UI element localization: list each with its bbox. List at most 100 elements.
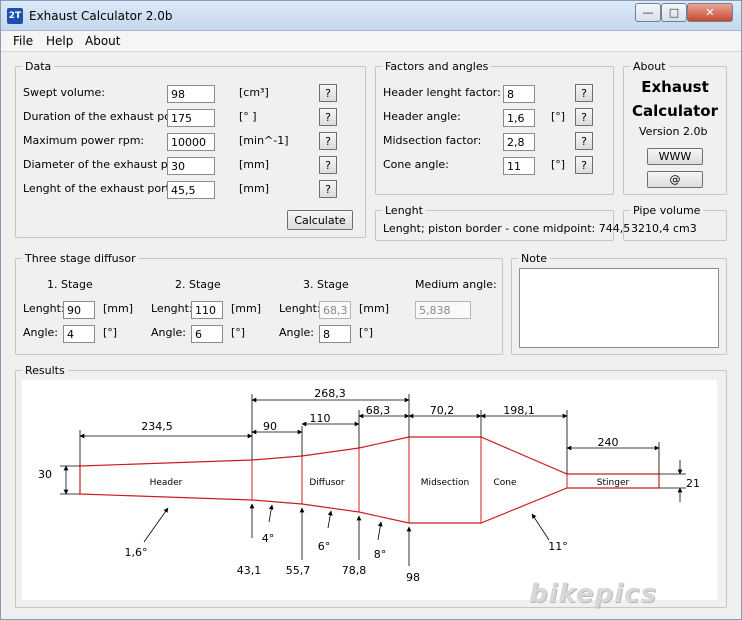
port-length-unit: [mm] <box>239 182 270 195</box>
minimize-button[interactable]: — <box>635 3 661 22</box>
dim-diameter-in: 30 <box>38 468 52 481</box>
midsection-factor-input[interactable] <box>503 133 535 151</box>
about-title-line1: Exhaust <box>641 78 709 96</box>
pipe-volume-value: 3210,4 cm3 <box>631 222 697 235</box>
rpm-unit: [min^-1] <box>239 134 289 147</box>
header-length-factor-label: Header lenght factor: <box>383 86 501 99</box>
header-length-factor-help-button[interactable]: ? <box>575 84 593 102</box>
stage1-angle-unit: [°] <box>103 326 118 339</box>
header-angle-help-button[interactable]: ? <box>575 108 593 126</box>
arrow-stage3-angle <box>377 521 383 541</box>
angle-stage3: 8° <box>374 548 387 561</box>
arrow-cone-angle <box>531 513 550 541</box>
stage1-length-input[interactable] <box>63 301 95 319</box>
stage2-angle-input[interactable] <box>191 325 223 343</box>
angle-stage1: 4° <box>262 532 275 545</box>
calculate-button[interactable]: Calculate <box>287 210 353 230</box>
exhaust-diagram-svg: Header Diffusor Midsection Cone Stinger <box>38 387 700 584</box>
stage1-angle-input[interactable] <box>63 325 95 343</box>
watermark-logo: bikepics <box>529 579 657 609</box>
section-cone-label: Cone <box>493 478 516 488</box>
header-angle-input[interactable] <box>503 109 535 127</box>
www-button[interactable]: WWW <box>647 148 703 165</box>
stage1-angle-label: Angle: <box>23 326 59 339</box>
swept-volume-input[interactable] <box>167 85 215 103</box>
port-length-input[interactable] <box>167 181 215 199</box>
angle-arrows <box>143 503 550 566</box>
about-version: Version 2.0b <box>639 125 708 138</box>
cone-angle-input[interactable] <box>503 157 535 175</box>
stage1-heading: 1. Stage <box>47 278 93 291</box>
stage2-angle-unit: [°] <box>231 326 246 339</box>
app-window: 2T Exhaust Calculator 2.0b — □ ✕ File He… <box>0 0 742 620</box>
length-legend: Lenght <box>385 204 423 217</box>
factors-group: Factors and angles <box>375 60 614 195</box>
port-length-help-button[interactable]: ? <box>319 180 337 198</box>
dim-stage2: 110 <box>310 412 331 425</box>
menu-help[interactable]: Help <box>46 34 73 48</box>
dim-header: 234,5 <box>141 420 173 433</box>
diameter-input[interactable] <box>167 157 215 175</box>
email-button[interactable]: @ <box>647 171 703 188</box>
stage3-angle-label: Angle: <box>279 326 315 339</box>
swept-volume-help-button[interactable]: ? <box>319 84 337 102</box>
dim-stage3: 68,3 <box>366 404 391 417</box>
exhaust-diagram: Header Diffusor Midsection Cone Stinger <box>22 380 717 600</box>
cone-angle-help-button[interactable]: ? <box>575 156 593 174</box>
midsection-factor-label: Midsection factor: <box>383 134 482 147</box>
data-legend: Data <box>25 60 52 73</box>
midsection-factor-help-button[interactable]: ? <box>575 132 593 150</box>
about-title-line2: Calculator <box>632 102 718 120</box>
position-1: 43,1 <box>237 564 262 577</box>
dim-diameter-out: 21 <box>686 477 700 490</box>
factors-legend: Factors and angles <box>385 60 489 73</box>
port-length-label: Lenght of the exhaust port: <box>23 182 174 195</box>
duration-input[interactable] <box>167 109 215 127</box>
diameter-unit: [mm] <box>239 158 270 171</box>
cone-angle-label: Cone angle: <box>383 158 449 171</box>
position-3: 78,8 <box>342 564 367 577</box>
stage2-heading: 2. Stage <box>175 278 221 291</box>
swept-volume-label: Swept volume: <box>23 86 105 99</box>
rpm-input[interactable] <box>167 133 215 151</box>
arrow-stage1-angle <box>268 504 274 523</box>
pipe-volume-legend: Pipe volume <box>633 204 701 217</box>
diameter-label: Diameter of the exhaust port: <box>23 158 188 171</box>
title-bar[interactable]: 2T Exhaust Calculator 2.0b — □ ✕ <box>1 1 741 31</box>
arrow-header-angle <box>143 507 169 543</box>
rpm-label: Maximum power rpm: <box>23 134 145 147</box>
stage3-length-unit: [mm] <box>359 302 390 315</box>
angle-stage2: 6° <box>318 540 331 553</box>
position-4: 98 <box>406 571 420 584</box>
stage2-length-input[interactable] <box>191 301 223 319</box>
close-button[interactable]: ✕ <box>687 3 733 22</box>
pipe-section-dividers <box>251 437 568 523</box>
section-midsection-label: Midsection <box>421 478 469 488</box>
stage3-length-label: Lenght: <box>279 302 321 315</box>
stage3-length-input <box>319 301 351 319</box>
menu-about[interactable]: About <box>85 34 120 48</box>
diameter-help-button[interactable]: ? <box>319 156 337 174</box>
stage3-heading: 3. Stage <box>303 278 349 291</box>
rpm-help-button[interactable]: ? <box>319 132 337 150</box>
dim-cone: 198,1 <box>503 404 535 417</box>
minimize-icon: — <box>642 6 654 19</box>
stage3-angle-input[interactable] <box>319 325 351 343</box>
note-textarea[interactable] <box>519 268 719 348</box>
section-header-label: Header <box>150 478 183 488</box>
medium-angle-output <box>415 301 471 319</box>
diffusor-legend: Three stage diffusor <box>25 252 136 265</box>
results-legend: Results <box>25 364 65 377</box>
stage2-length-label: Lenght: <box>151 302 193 315</box>
stage1-length-label: Lenght: <box>23 302 65 315</box>
maximize-button[interactable]: □ <box>661 3 687 22</box>
arrow-stage2-angle <box>327 510 333 529</box>
cone-angle-unit: [°] <box>551 158 566 171</box>
duration-help-button[interactable]: ? <box>319 108 337 126</box>
position-2: 55,7 <box>286 564 311 577</box>
header-length-factor-input[interactable] <box>503 85 535 103</box>
menu-file[interactable]: File <box>13 34 33 48</box>
swept-volume-unit: [cm³] <box>239 86 269 99</box>
header-angle-label: Header angle: <box>383 110 461 123</box>
dim-stage1: 90 <box>263 420 277 433</box>
